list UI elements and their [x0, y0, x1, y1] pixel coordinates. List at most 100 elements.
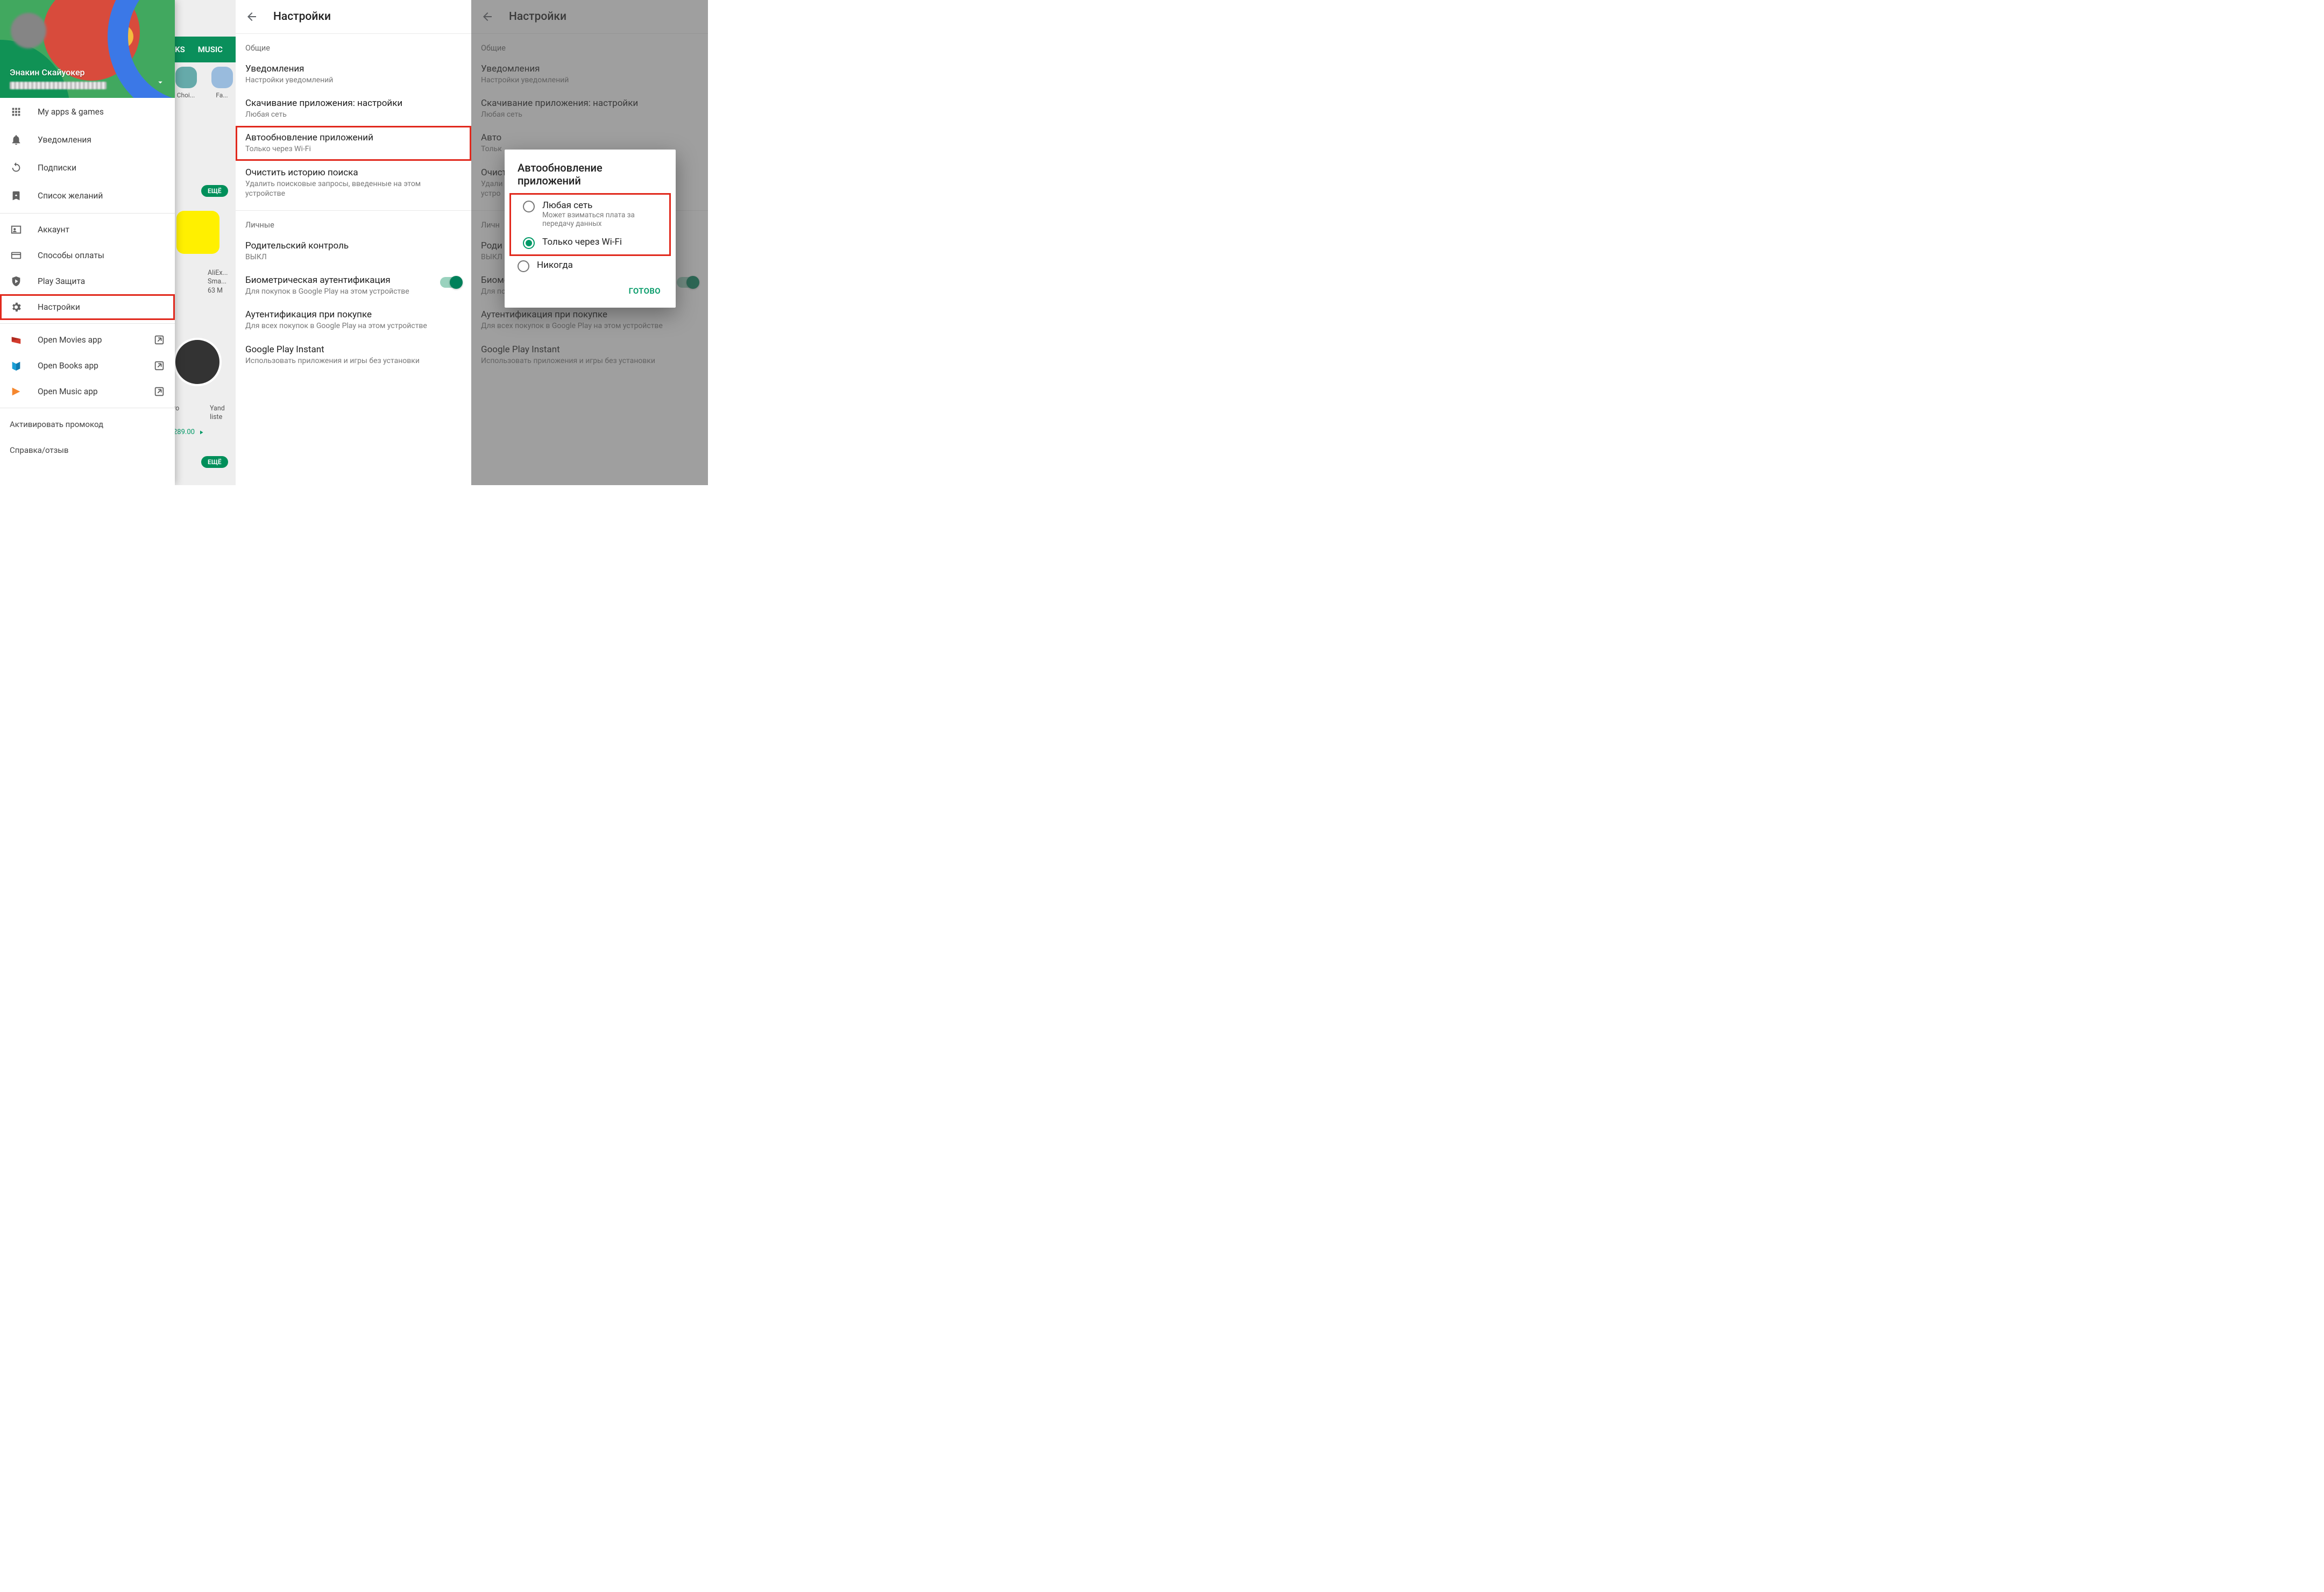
- settings-row-parental[interactable]: Родительский контроль ВЫКЛ: [236, 234, 471, 268]
- drawer-item-open-movies[interactable]: Open Movies app: [0, 327, 175, 353]
- row-title: Автообновление приложений: [245, 132, 462, 143]
- tab-music[interactable]: MUSIC: [198, 45, 223, 54]
- drawer-item-my-apps[interactable]: My apps & games: [0, 98, 175, 126]
- user-name: Энакин Скайуокер: [10, 67, 85, 77]
- appbar: Настройки: [236, 0, 471, 33]
- settings-screen-with-dialog: Настройки Общие УведомленияНастройки уве…: [471, 0, 708, 485]
- drawer-item-promo[interactable]: Активировать промокод: [0, 411, 175, 437]
- drawer-item-play-protect[interactable]: Play Защита: [0, 268, 175, 294]
- row-subtitle: Для всех покупок в Google Play на этом у…: [245, 321, 462, 331]
- drawer-item-open-books[interactable]: Open Books app: [0, 353, 175, 379]
- option-wifi-only[interactable]: Только через Wi-Fi: [510, 232, 670, 253]
- store-app-label: Fa...: [216, 91, 228, 99]
- back-arrow-icon[interactable]: [245, 10, 258, 23]
- drawer-item-label: Open Movies app: [38, 335, 102, 345]
- radio-selected-icon: [523, 237, 535, 249]
- store-app-thumb[interactable]: [173, 338, 222, 386]
- page-title: Настройки: [273, 10, 331, 23]
- drawer-item-wishlist[interactable]: Список желаний: [0, 182, 175, 210]
- auto-update-dialog: Автообновление приложений Любая сеть Мож…: [505, 150, 676, 308]
- row-title: Google Play Instant: [245, 344, 462, 355]
- settings-row-play-instant[interactable]: Google Play Instant Использовать приложе…: [236, 338, 471, 372]
- option-sublabel: Может взиматься плата за передачу данных: [542, 211, 657, 228]
- option-never[interactable]: Никогда: [505, 255, 676, 276]
- radio-icon: [518, 260, 529, 272]
- drawer-item-label: Настройки: [38, 302, 80, 312]
- settings-row-notifications[interactable]: Уведомления Настройки уведомлений: [236, 57, 471, 91]
- tab-books[interactable]: KS: [175, 45, 185, 54]
- drawer-item-label: Список желаний: [38, 191, 103, 201]
- more-badge[interactable]: ЕЩЁ: [201, 456, 228, 468]
- option-label: Только через Wi-Fi: [542, 237, 622, 247]
- play-movies-icon: [10, 333, 23, 346]
- play-books-icon: [10, 359, 23, 372]
- store-app[interactable]: [172, 211, 224, 257]
- drawer-item-label: Справка/отзыв: [10, 445, 68, 455]
- store-app-meta: Yandliste: [210, 404, 225, 422]
- drawer-item-label: My apps & games: [38, 107, 104, 117]
- credit-card-icon: [10, 249, 23, 262]
- user-email-blurred: [10, 82, 107, 89]
- row-title: Родительский контроль: [245, 240, 462, 251]
- option-label: Любая сеть: [542, 200, 657, 211]
- row-title: Очистить историю поиска: [245, 167, 462, 178]
- radio-icon: [523, 201, 535, 212]
- shield-play-icon: [10, 275, 23, 288]
- bell-icon: [10, 133, 23, 146]
- row-subtitle: Только через Wi-Fi: [245, 144, 462, 154]
- drawer-item-label: Аккаунт: [38, 225, 69, 234]
- apps-icon: [10, 105, 23, 118]
- drawer-item-subscriptions[interactable]: Подписки: [0, 154, 175, 182]
- drawer-item-payment[interactable]: Способы оплаты: [0, 243, 175, 268]
- store-app-label: Choi...: [177, 91, 195, 99]
- drawer-item-open-music[interactable]: Open Music app: [0, 379, 175, 404]
- drawer-item-help[interactable]: Справка/отзыв: [0, 437, 175, 463]
- drawer-header[interactable]: Энакин Скайуокер: [0, 0, 175, 98]
- section-label-general: Общие: [236, 34, 471, 57]
- settings-row-biometric[interactable]: Биометрическая аутентификация Для покупо…: [236, 268, 471, 303]
- gear-icon: [10, 301, 23, 314]
- drawer-item-label: Play Защита: [38, 276, 85, 286]
- divider: [0, 213, 175, 214]
- open-external-icon: [153, 386, 165, 397]
- drawer-item-label: Open Books app: [38, 361, 98, 371]
- row-title: Скачивание приложения: настройки: [245, 98, 462, 109]
- option-label: Никогда: [537, 260, 573, 271]
- open-external-icon: [153, 334, 165, 346]
- more-badge[interactable]: ЕЩЁ: [201, 185, 228, 197]
- open-external-icon: [153, 360, 165, 372]
- settings-row-download-pref[interactable]: Скачивание приложения: настройки Любая с…: [236, 91, 471, 126]
- drawer-item-settings[interactable]: Настройки: [0, 294, 175, 320]
- row-subtitle: Использовать приложения и игры без устан…: [245, 356, 462, 366]
- play-music-icon: [10, 385, 23, 398]
- divider: [0, 323, 175, 324]
- account-icon: [10, 223, 23, 236]
- drawer-item-label: Уведомления: [38, 135, 91, 145]
- store-app-meta: AliEx...Sma...63 M: [208, 269, 228, 295]
- toggle-switch[interactable]: [440, 277, 462, 288]
- settings-row-clear-search[interactable]: Очистить историю поиска Удалить поисковы…: [236, 161, 471, 205]
- drawer-item-account[interactable]: Аккаунт: [0, 217, 175, 243]
- drawer-item-notifications[interactable]: Уведомления: [0, 126, 175, 154]
- navigation-drawer: Энакин Скайуокер My apps & games Уведомл…: [0, 0, 175, 485]
- option-any-network[interactable]: Любая сеть Может взиматься плата за пере…: [510, 196, 670, 232]
- row-subtitle: ВЫКЛ: [245, 252, 462, 262]
- store-app-price: 289.00: [173, 428, 204, 436]
- refresh-icon: [10, 161, 23, 174]
- row-title: Биометрическая аутентификация: [245, 275, 434, 286]
- settings-screen: Настройки Общие Уведомления Настройки ув…: [236, 0, 471, 485]
- settings-row-auth-purchase[interactable]: Аутентификация при покупке Для всех поку…: [236, 303, 471, 337]
- drawer-item-label: Активировать промокод: [10, 420, 103, 429]
- settings-row-auto-update[interactable]: Автообновление приложений Только через W…: [236, 126, 471, 160]
- row-subtitle: Любая сеть: [245, 110, 462, 119]
- avatar[interactable]: [11, 13, 46, 48]
- drawer-item-label: Способы оплаты: [38, 251, 104, 260]
- row-subtitle: Удалить поисковые запросы, введенные на …: [245, 179, 462, 198]
- dialog-title: Автообновление приложений: [505, 161, 676, 194]
- row-subtitle: Для покупок в Google Play на этом устрой…: [245, 287, 434, 296]
- done-button[interactable]: ГОТОВО: [623, 282, 666, 300]
- drawer-item-label: Подписки: [38, 163, 76, 173]
- row-title: Уведомления: [245, 63, 462, 74]
- row-title: Аутентификация при покупке: [245, 309, 462, 320]
- chevron-down-icon[interactable]: [155, 77, 165, 87]
